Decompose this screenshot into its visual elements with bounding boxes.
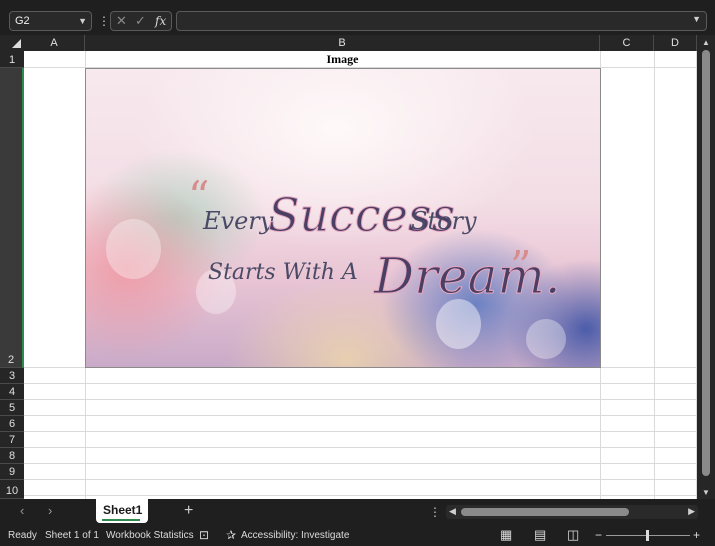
row-header-7[interactable]: 7 xyxy=(0,432,24,448)
row-header-2[interactable]: 2 xyxy=(0,68,24,368)
gridline xyxy=(24,431,697,432)
normal-view-icon[interactable]: ▦ xyxy=(500,527,512,543)
row-header-4[interactable]: 4 xyxy=(0,384,24,400)
quote-word-story: Story xyxy=(411,207,477,235)
column-header-c[interactable]: C xyxy=(600,35,654,51)
horizontal-scrollbar[interactable]: ◀ ▶ xyxy=(446,505,698,519)
checkmark-icon[interactable]: ✓ xyxy=(135,13,146,29)
plus-icon[interactable]: + xyxy=(184,502,193,520)
row-header-6[interactable]: 6 xyxy=(0,416,24,432)
accessibility-status[interactable]: Accessibility: Investigate xyxy=(241,530,349,541)
status-bar: Ready Sheet 1 of 1 Workbook Statistics ⊡… xyxy=(0,525,715,546)
chevron-right-icon[interactable]: › xyxy=(48,503,52,518)
quote-phrase-starts-with-a: Starts With A xyxy=(208,260,358,285)
chevron-down-icon[interactable]: ▼ xyxy=(78,12,87,30)
status-ready: Ready xyxy=(8,530,37,541)
insert-function-button[interactable]: fx xyxy=(155,13,166,29)
cell-area[interactable]: Image “ Every Success Story Starts With … xyxy=(24,51,697,499)
quote-word-dream: Dream. xyxy=(373,247,561,305)
page-break-view-icon[interactable]: ◫ xyxy=(567,527,579,543)
workbook-statistics-button[interactable]: Workbook Statistics xyxy=(106,530,194,541)
zoom-slider-thumb[interactable] xyxy=(646,530,649,541)
select-all-button[interactable] xyxy=(0,35,24,51)
row-header-5[interactable]: 5 xyxy=(0,400,24,416)
gridline xyxy=(24,399,697,400)
vertical-scroll-thumb[interactable] xyxy=(702,50,710,476)
close-icon[interactable]: ✕ xyxy=(116,13,127,29)
status-sheet-position: Sheet 1 of 1 xyxy=(45,530,99,541)
row-header-8[interactable]: 8 xyxy=(0,448,24,464)
formula-bar: G2 ▼ ⋮ ✕ ✓ fx ▼ xyxy=(0,8,715,35)
gridline xyxy=(24,495,697,496)
zoom-in-button[interactable]: + xyxy=(693,528,700,542)
page-layout-view-icon[interactable]: ▤ xyxy=(534,527,546,543)
scroll-up-icon[interactable]: ▲ xyxy=(702,38,710,47)
quote-word-every: Every xyxy=(202,207,274,235)
expand-formula-icon[interactable]: ▼ xyxy=(692,14,701,24)
sheet-tab-bar: ‹ › Sheet1 + ⋮ ◀ ▶ xyxy=(0,499,715,525)
row-header-9[interactable]: 9 xyxy=(0,464,24,480)
column-header-b[interactable]: B xyxy=(85,35,600,51)
gridline xyxy=(24,447,697,448)
sheet-tab-label: Sheet1 xyxy=(103,503,143,517)
cell-b1[interactable]: Image xyxy=(85,51,600,67)
gridline xyxy=(24,479,697,480)
sheet-tab-sheet1[interactable]: Sheet1 xyxy=(96,499,148,523)
spreadsheet-grid: A B C D ▲ ▼ 1 2 3 4 5 6 7 8 9 10 Image “… xyxy=(0,35,715,499)
name-box[interactable]: G2 ▼ xyxy=(9,11,92,31)
row-header-10[interactable]: 10 xyxy=(0,480,24,499)
name-box-value: G2 xyxy=(15,15,30,27)
kebab-icon[interactable]: ⋮ xyxy=(98,13,110,29)
active-tab-underline xyxy=(102,519,140,521)
column-header-a[interactable]: A xyxy=(24,35,85,51)
embedded-image[interactable]: “ Every Success Story Starts With A Drea… xyxy=(85,68,601,368)
formula-buttons: ✕ ✓ fx xyxy=(110,11,172,31)
macro-record-icon[interactable]: ⊡ xyxy=(199,528,209,542)
scroll-right-icon[interactable]: ▶ xyxy=(688,506,695,517)
column-header-d[interactable]: D xyxy=(654,35,697,51)
chevron-left-icon[interactable]: ‹ xyxy=(20,503,24,518)
gridline xyxy=(24,463,697,464)
formula-input[interactable]: ▼ xyxy=(176,11,707,31)
gridline xyxy=(24,383,697,384)
accessibility-icon[interactable]: ✰ xyxy=(226,528,236,542)
scroll-down-icon[interactable]: ▼ xyxy=(702,488,710,497)
zoom-out-button[interactable]: − xyxy=(595,528,602,542)
close-quote-mark: ” xyxy=(510,242,531,291)
kebab-icon[interactable]: ⋮ xyxy=(429,505,441,519)
row-header-1[interactable]: 1 xyxy=(0,51,24,68)
vertical-scrollbar[interactable]: ▲ ▼ xyxy=(697,35,715,499)
scroll-left-icon[interactable]: ◀ xyxy=(449,506,456,517)
horizontal-scroll-thumb[interactable] xyxy=(461,508,629,516)
window-top-edge xyxy=(0,0,715,8)
quote-artwork: “ Every Success Story Starts With A Drea… xyxy=(188,172,561,306)
gridline xyxy=(24,415,697,416)
row-header-3[interactable]: 3 xyxy=(0,368,24,384)
